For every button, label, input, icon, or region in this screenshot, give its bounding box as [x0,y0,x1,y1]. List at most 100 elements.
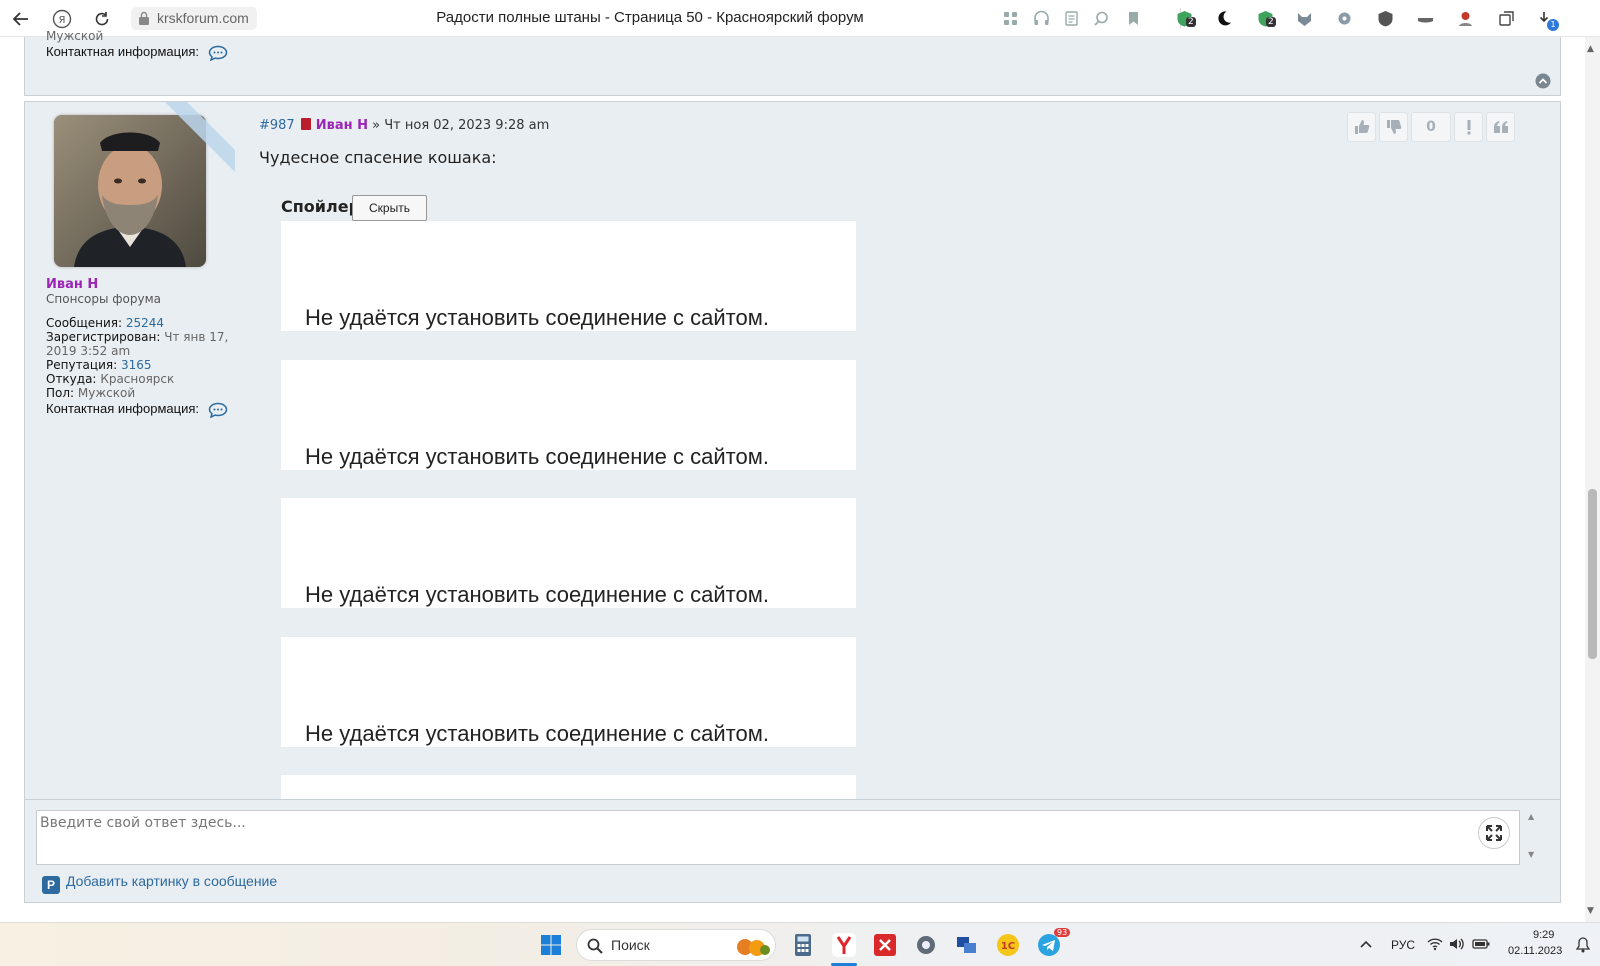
post-header: #987 Иван Н » Чт ноя 02, 2023 9:28 am [259,118,549,133]
hat-icon[interactable] [1416,9,1435,28]
scroll-down-icon[interactable]: ▼ [1587,906,1594,916]
notification-bell-icon[interactable] [1576,937,1590,953]
reputation-value[interactable]: 3165 [121,358,152,372]
clock-date[interactable]: 02.11.2023 [1508,945,1562,957]
back-to-top-icon[interactable] [1535,73,1551,89]
embedded-frame[interactable]: Не удаётся установить соединение с сайто… [281,637,856,747]
taskbar-search-label: Поиск [611,937,650,953]
post-username[interactable]: Иван Н [46,277,98,292]
volume-icon[interactable] [1449,937,1465,951]
yandex-browser-icon[interactable] [831,932,857,958]
previous-gender: Мужской [46,29,103,43]
scrollbar-thumb[interactable] [1588,489,1597,659]
report-button[interactable] [1454,112,1483,142]
dark-mode-icon[interactable] [1214,9,1233,28]
telegram-badge: 93 [1054,928,1071,937]
previous-contact-row: Контактная информация: [46,44,228,61]
pdf-app-icon[interactable] [872,932,898,958]
forum-post: Иван Н Спонсоры форума Сообщения: 25244 … [24,101,1561,822]
lock-icon [139,11,149,25]
registered-label: Зарегистрирован: [46,330,161,344]
reload-icon[interactable] [91,8,113,30]
previous-contact-label: Контактная информация: [46,44,199,59]
scroll-up-icon[interactable]: ▲ [1587,44,1594,54]
textarea-scroll-up-icon[interactable]: ▲ [1528,812,1534,821]
profile-registered: Зарегистрирован: Чт янв 17, 2019 3:52 am [46,330,246,358]
collections-icon[interactable] [1497,9,1516,28]
profile-gender: Пол: Мужской [46,386,246,400]
battery-icon[interactable] [1472,937,1490,951]
post-separator: » [372,118,381,133]
post-document-icon[interactable] [300,118,311,130]
quote-button[interactable] [1486,112,1515,142]
profile-from: Откуда: Красноярск [46,372,246,386]
chat-icon[interactable] [208,402,228,418]
search-icon [587,938,603,954]
browser-toolbar: Я krskforum.com Радости полные штаны - С… [0,0,1600,37]
svg-text:Я: Я [59,15,66,26]
embedded-frame[interactable]: Не удаётся установить соединение с сайто… [281,498,856,608]
fox-extension-icon[interactable] [1295,9,1314,28]
shield-icon[interactable] [1376,9,1395,28]
headphones-icon[interactable] [1032,9,1051,28]
spoiler-title: Спойлер [281,197,361,216]
gender-label: Пол: [46,386,75,400]
apps-icon[interactable] [1001,9,1020,28]
previous-post: Мужской Контактная информация: [24,29,1561,96]
tray-chevron-icon[interactable] [1360,939,1372,949]
clock-time[interactable]: 9:29 [1533,929,1554,941]
contact-row: Контактная информация: [46,401,228,418]
1c-icon[interactable]: 1C [995,932,1021,958]
like-button[interactable] [1347,112,1376,142]
add-image-link[interactable]: P Добавить картинку в сообщение [42,873,277,894]
quick-reply: Введите свой ответ здесь... ▲ ▼ P Добавит… [24,799,1561,903]
frame-error-message: Не удаётся установить соединение с сайто… [305,444,769,469]
back-arrow-icon[interactable] [10,8,32,30]
address-bar[interactable]: krskforum.com [131,7,257,30]
spoiler-hide-button[interactable]: Скрыть [352,195,427,221]
reputation-label: Репутация: [46,358,118,372]
messages-label: Сообщения: [46,316,123,330]
post-body: Чудесное спасение кошака: [259,148,497,167]
reply-textarea[interactable]: Введите свой ответ здесь... [36,810,1520,865]
page-scrollbar[interactable] [1585,37,1600,922]
puzzle-icon[interactable] [1335,9,1354,28]
taskbar: Поиск 1C 93 РУС 9:29 02.11.2023 [0,922,1600,966]
yandex-icon[interactable]: Я [51,8,73,30]
contact-label: Контактная информация: [46,401,199,416]
svg-text:1C: 1C [1001,941,1015,952]
quote-icon [1493,121,1508,133]
wifi-icon[interactable] [1427,937,1443,951]
post-number[interactable]: #987 [259,118,295,133]
adguard-badge: 2 [1186,17,1196,27]
windows-start-icon[interactable] [538,932,564,958]
taskbar-search[interactable]: Поиск [576,929,776,961]
downloads-badge: 1 [1547,19,1559,31]
language-indicator[interactable]: РУС [1391,938,1415,952]
calculator-icon[interactable] [790,932,816,958]
embedded-frame[interactable]: Не удаётся установить соединение с сайто… [281,221,856,331]
dislike-button[interactable] [1379,112,1408,142]
network-manager-icon[interactable] [954,932,980,958]
embedded-frame[interactable]: Не удаётся установить соединение с сайто… [281,360,856,470]
page-title: Радости полные штаны - Страница 50 - Кра… [436,9,864,26]
expand-editor-button[interactable] [1478,817,1510,849]
reader-icon[interactable] [1062,9,1081,28]
frame-error-message: Не удаётся установить соединение с сайто… [305,582,769,607]
settings-gear-icon[interactable] [913,932,939,958]
zoom-icon[interactable] [1092,9,1111,28]
image-upload-icon: P [42,876,60,894]
messages-count[interactable]: 25244 [126,316,164,330]
frame-error-message: Не удаётся установить соединение с сайто… [305,305,769,330]
bookmark-icon[interactable] [1124,9,1143,28]
post-author[interactable]: Иван Н [316,118,368,133]
textarea-scroll-down-icon[interactable]: ▼ [1528,850,1534,859]
post-date: Чт ноя 02, 2023 9:28 am [384,118,550,133]
shield-badge: 2 [1266,17,1276,27]
profile-messages: Сообщения: 25244 [46,316,246,330]
address-domain: krskforum.com [157,10,249,26]
search-highlight-icon [737,939,770,956]
chat-icon[interactable] [208,45,228,61]
profile-extension-icon[interactable] [1456,9,1475,28]
thumbs-down-icon [1386,120,1401,134]
